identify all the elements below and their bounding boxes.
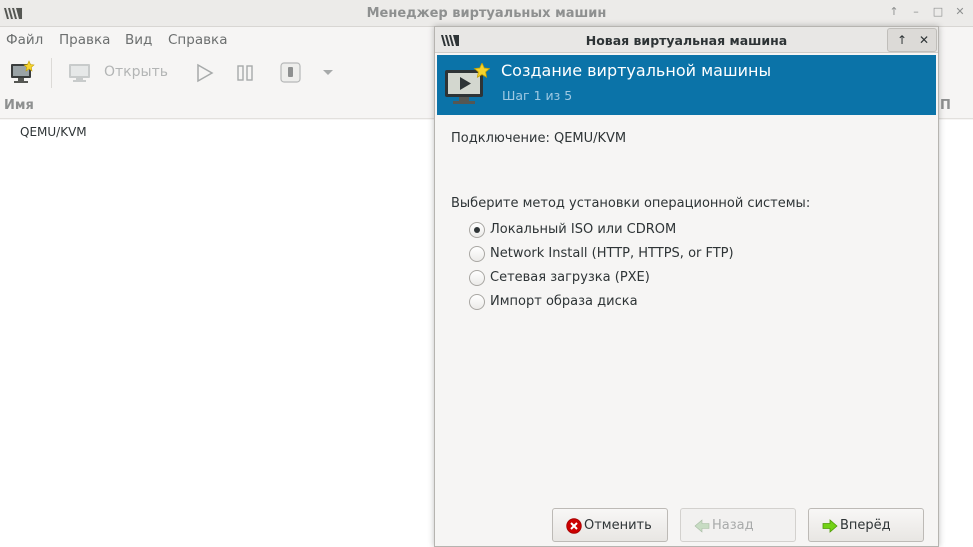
shutdown-icon[interactable] [279,61,303,85]
main-close-icon[interactable]: ✕ [952,4,968,20]
option-label: Локальный ISO или CDROM [490,222,677,237]
connection-label: Подключение: QEMU/KVM [451,131,627,146]
open-console-icon[interactable] [68,62,92,84]
wizard-step: Шаг 1 из 5 [502,88,573,103]
column-name[interactable]: Имя [4,98,34,113]
main-titlebar: Менеджер виртуальных машин ↑ – □ ✕ [0,0,973,27]
new-vm-banner-icon [445,63,490,104]
menu-help[interactable]: Справка [168,32,227,48]
menu-file[interactable]: Файл [6,32,43,48]
connection-row[interactable]: QEMU/KVM [20,125,87,139]
back-arrow-icon [694,519,710,533]
dialog-close-icon[interactable]: ✕ [916,32,932,48]
shutdown-menu-chevron-down-icon[interactable] [322,69,334,77]
cancel-button-label: Отменить [584,518,652,533]
forward-arrow-icon [822,519,838,533]
pause-icon[interactable] [236,64,256,82]
install-method-prompt: Выберите метод установки операционной си… [451,196,811,211]
column-cpu[interactable]: П [940,98,951,113]
toolbar-separator [51,58,52,88]
dialog-window-controls: ↑ ✕ [887,28,937,52]
new-vm-dialog: Новая виртуальная машина ↑ ✕ Создание ви… [434,26,939,547]
dialog-titlebar: Новая виртуальная машина ↑ ✕ [435,27,938,53]
main-minimize-icon[interactable]: – [908,4,924,20]
back-button-label: Назад [712,518,754,533]
back-button[interactable]: Назад [680,508,796,542]
main-maximize-icon[interactable]: □ [930,4,946,20]
forward-button[interactable]: Вперёд [808,508,924,542]
wizard-banner: Создание виртуальной машины Шаг 1 из 5 [437,55,936,115]
radio-network-install[interactable] [469,246,485,262]
option-label: Сетевая загрузка (PXE) [490,270,650,285]
menu-view[interactable]: Вид [125,32,152,48]
option-label: Network Install (HTTP, HTTPS, or FTP) [490,246,734,261]
new-vm-icon[interactable] [10,60,36,84]
open-button-label[interactable]: Открыть [104,64,168,80]
dialog-keep-above-icon[interactable]: ↑ [894,32,910,48]
forward-button-label: Вперёд [840,518,891,533]
option-label: Импорт образа диска [490,294,638,309]
dialog-title: Новая виртуальная машина [585,33,788,48]
run-icon[interactable] [195,63,215,83]
main-keep-above-icon[interactable]: ↑ [886,4,902,20]
cancel-button[interactable]: Отменить [552,508,668,542]
menu-edit[interactable]: Правка [59,32,110,48]
radio-pxe[interactable] [469,270,485,286]
radio-import-disk[interactable] [469,294,485,310]
main-window-title: Менеджер виртуальных машин [366,6,607,21]
wizard-title: Создание виртуальной машины [501,61,772,80]
radio-local-iso[interactable] [469,222,485,238]
cancel-icon [566,518,582,534]
